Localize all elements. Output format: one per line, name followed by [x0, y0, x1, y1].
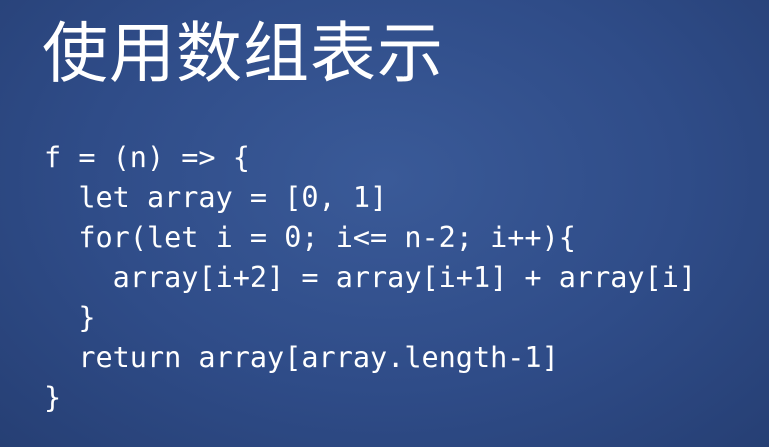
code-line-4: array[i+2] = array[i+1] + array[i]: [44, 261, 697, 294]
slide-title: 使用数组表示: [42, 15, 444, 92]
code-line-1: f = (n) => {: [44, 141, 250, 174]
slide: 使用数组表示 f = (n) => { let array = [0, 1] f…: [0, 0, 769, 447]
code-line-7: }: [44, 381, 62, 414]
code-line-2: let array = [0, 1]: [44, 181, 388, 214]
code-line-3: for(let i = 0; i<= n-2; i++){: [44, 221, 576, 254]
code-block: f = (n) => { let array = [0, 1] for(let …: [44, 138, 696, 418]
code-line-6: return array[array.length-1]: [44, 341, 559, 374]
code-line-5: }: [44, 301, 96, 334]
